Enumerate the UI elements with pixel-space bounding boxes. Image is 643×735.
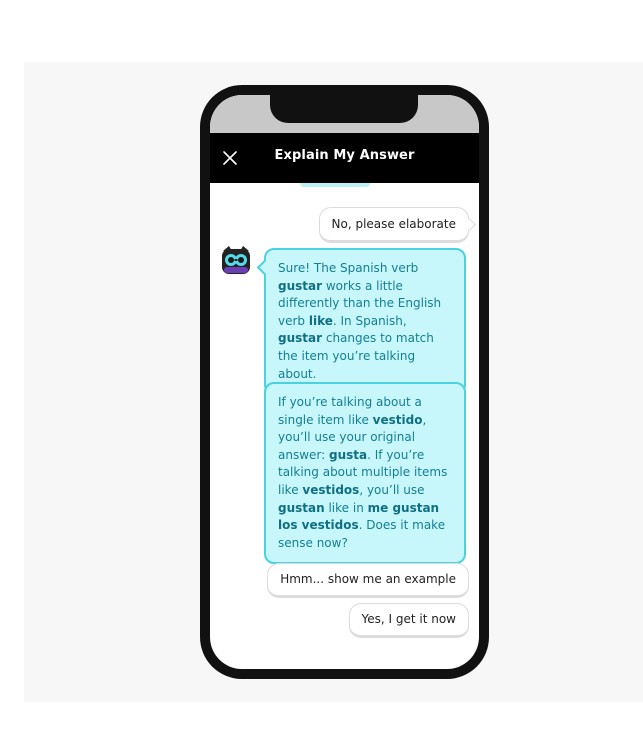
phone-frame: No, please elaborate Sure! The Spanish v…	[200, 85, 489, 679]
bot-message-2: If you’re talking about a single item li…	[264, 382, 466, 565]
bubble-tail	[463, 218, 476, 231]
bot-message-1: Sure! The Spanish verb gustar works a li…	[256, 248, 466, 396]
phone-notch	[270, 95, 418, 123]
bubble-tail	[256, 259, 273, 276]
header-peek	[300, 183, 370, 187]
option-show-example-button[interactable]: Hmm... show me an example	[267, 563, 469, 598]
user-reply-bubble: No, please elaborate	[318, 207, 476, 243]
owl-avatar-icon	[221, 245, 251, 275]
phone-screen: No, please elaborate Sure! The Spanish v…	[210, 95, 479, 669]
option-got-it-button[interactable]: Yes, I get it now	[348, 603, 469, 638]
user-reply-text: No, please elaborate	[331, 217, 457, 231]
explain-header: Explain My Answer	[210, 133, 479, 183]
page-title: Explain My Answer	[274, 148, 415, 163]
